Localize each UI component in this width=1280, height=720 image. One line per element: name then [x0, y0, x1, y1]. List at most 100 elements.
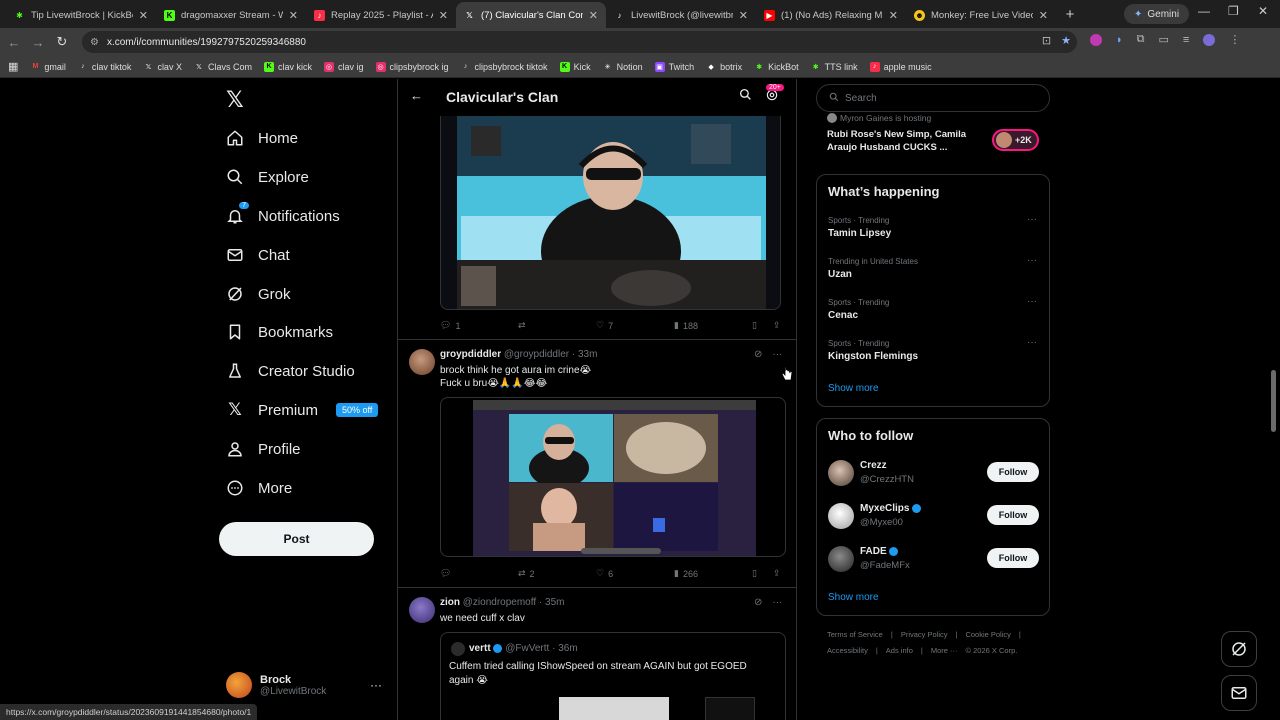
repost-button[interactable]: ⇄ 2	[518, 568, 535, 579]
post-author[interactable]: zion @ziondropemoff · 35m	[440, 597, 564, 608]
minimize-button[interactable]: —	[1198, 4, 1210, 18]
views-button[interactable]: ▮ 188	[674, 320, 698, 331]
forward-arrow-icon[interactable]: →	[26, 35, 50, 50]
more-dots-icon[interactable]: ···	[1027, 337, 1037, 348]
nav-home[interactable]: Home	[226, 123, 298, 153]
show-more-link[interactable]: Show more	[828, 383, 879, 394]
footer-link[interactable]: Privacy Policy	[901, 630, 948, 639]
tab-close-icon[interactable]: ✕	[1039, 9, 1048, 22]
avatar[interactable]	[409, 349, 435, 375]
space-listeners-pill[interactable]: +2K	[992, 129, 1039, 151]
more-dots-icon[interactable]: ···	[1027, 296, 1037, 307]
nav-premium[interactable]: 𝕏 Premium 50% off	[226, 395, 379, 425]
quoted-image[interactable]	[705, 697, 755, 720]
bookmark-clipsbybrock-ig[interactable]: ◎ clipsbybrock ig	[375, 61, 449, 72]
browser-tab-active[interactable]: 𝕏 (7) Clavicular's Clan Commun ✕	[456, 2, 606, 28]
install-app-icon[interactable]: ⊡	[1042, 34, 1051, 47]
page-scrollbar[interactable]	[1271, 370, 1276, 432]
post-time[interactable]: · 35m	[539, 597, 565, 608]
post-video-thumbnail[interactable]	[440, 116, 781, 310]
nav-profile[interactable]: Profile	[226, 434, 301, 464]
maximize-button[interactable]: ❐	[1228, 4, 1239, 18]
browser-tab[interactable]: ▶ (1) (No Ads) Relaxing Music f ✕	[756, 2, 906, 28]
bookmark-clipsbybrock-tiktok[interactable]: ♪ clipsbybrock tiktok	[461, 62, 548, 72]
quoted-image[interactable]	[559, 697, 669, 720]
bookmark-post-button[interactable]: ▯	[752, 320, 757, 331]
nav-grok[interactable]: Grok	[226, 279, 291, 309]
browser-tab[interactable]: ♪ LivewitBrock (@livewitbrock) ✕	[606, 2, 756, 28]
bookmark-kick[interactable]: K Kick	[559, 61, 591, 72]
show-more-link[interactable]: Show more	[828, 592, 879, 603]
close-window-button[interactable]: ✕	[1258, 4, 1268, 18]
bookmark-gmail[interactable]: Mgmail	[30, 62, 65, 72]
back-arrow-icon[interactable]: ←	[410, 88, 423, 103]
back-arrow-icon[interactable]: ←	[2, 35, 26, 50]
footer-link[interactable]: Terms of Service	[827, 630, 883, 639]
chrome-menu-icon[interactable]: ⋮	[1229, 33, 1240, 46]
browser-tab[interactable]: ♪ Replay 2025 - Playlist - Apple ✕	[306, 2, 456, 28]
bookmark-star-icon[interactable]: ★	[1061, 34, 1071, 47]
repost-button[interactable]: ⇄	[518, 320, 530, 331]
author-name[interactable]: groypdiddler	[440, 349, 501, 360]
bookmark-notion[interactable]: ✳ Notion	[603, 62, 643, 72]
views-button[interactable]: ▮ 266	[674, 568, 698, 579]
nav-explore[interactable]: Explore	[226, 162, 309, 192]
quoted-post[interactable]: vertt @FwVertt · 36m Cuffem tried callin…	[440, 632, 786, 720]
browser-tab[interactable]: ☻ Monkey: Free Live Video ✕	[906, 2, 1056, 28]
tab-close-icon[interactable]: ✕	[139, 9, 148, 22]
new-tab-button[interactable]: +	[1056, 2, 1084, 28]
bookmark-apple-music[interactable]: ♪ apple music	[869, 61, 932, 72]
bookmark-tts-link[interactable]: ✱ TTS link	[811, 62, 858, 72]
bookmark-clav-tiktok[interactable]: ♪ clav tiktok	[78, 62, 131, 72]
bookmark-clav-ig[interactable]: ◎ clav ig	[323, 61, 364, 72]
author-handle[interactable]: @groypdiddler	[504, 349, 569, 360]
post-time[interactable]: · 33m	[572, 349, 598, 360]
bookmark-clav-x[interactable]: 𝕏clav X	[143, 62, 182, 72]
apps-grid-icon[interactable]: ▦	[8, 60, 18, 73]
post-image[interactable]	[440, 397, 786, 557]
more-dots-icon[interactable]: ···	[1027, 255, 1037, 266]
media-controls-icon[interactable]: ≡	[1183, 34, 1189, 46]
x-logo-icon[interactable]: 𝕏	[226, 87, 244, 113]
like-button[interactable]: ♡ 6	[596, 568, 613, 579]
footer-link[interactable]: Accessibility	[827, 646, 868, 655]
nav-creator-studio[interactable]: Creator Studio	[226, 356, 355, 386]
more-dots-icon[interactable]: ···	[772, 349, 782, 360]
extension-icon[interactable]	[1090, 33, 1102, 46]
search-input[interactable]: Search	[816, 84, 1050, 112]
site-info-icon[interactable]: ⚙	[90, 37, 99, 48]
nav-chat[interactable]: Chat	[226, 240, 290, 270]
profile-avatar-icon[interactable]	[1203, 33, 1216, 46]
grok-icon[interactable]: ⊘	[754, 597, 762, 608]
url-bar[interactable]: ⚙ x.com/i/communities/199279752025934688…	[82, 31, 1077, 53]
footer-link[interactable]: Cookie Policy	[965, 630, 1010, 639]
reply-button[interactable]: 💬︎	[440, 568, 455, 579]
grok-fab-button[interactable]	[1221, 631, 1257, 667]
footer-link[interactable]: More ···	[931, 646, 958, 655]
follow-button[interactable]: Follow	[987, 548, 1039, 568]
tab-close-icon[interactable]: ✕	[289, 9, 298, 22]
bookmark-kickbot[interactable]: ✱ KickBot	[754, 62, 798, 72]
reload-icon[interactable]: ↻	[50, 34, 74, 50]
bookmark-clavs-com[interactable]: 𝕏 Clavs Com	[194, 62, 252, 72]
nav-bookmarks[interactable]: Bookmarks	[226, 317, 333, 347]
account-switcher[interactable]: Brock @LivewitBrock ···	[226, 672, 386, 698]
more-dots-icon[interactable]: ···	[772, 597, 782, 608]
translate-extension-icon[interactable]: ◗	[1116, 34, 1123, 46]
author-name[interactable]: zion	[440, 597, 460, 608]
tab-close-icon[interactable]: ✕	[589, 9, 598, 22]
tab-close-icon[interactable]: ✕	[889, 9, 898, 22]
nav-more[interactable]: More	[226, 473, 292, 503]
reply-button[interactable]: 💬︎ 1	[440, 320, 460, 331]
share-button[interactable]: ⇪	[773, 320, 781, 331]
like-button[interactable]: ♡ 7	[596, 320, 613, 331]
extensions-puzzle-icon[interactable]: ⧉	[1137, 33, 1145, 46]
url-text[interactable]: x.com/i/communities/1992797520259346880	[107, 37, 306, 48]
messages-fab-button[interactable]	[1221, 675, 1257, 711]
follow-button[interactable]: Follow	[987, 505, 1039, 525]
nav-notifications[interactable]: 7 Notifications	[226, 201, 340, 231]
tab-close-icon[interactable]: ✕	[739, 9, 748, 22]
bookmark-botrix[interactable]: ◆ botrix	[706, 62, 742, 72]
tab-close-icon[interactable]: ✕	[439, 9, 448, 22]
search-icon[interactable]	[739, 88, 752, 106]
